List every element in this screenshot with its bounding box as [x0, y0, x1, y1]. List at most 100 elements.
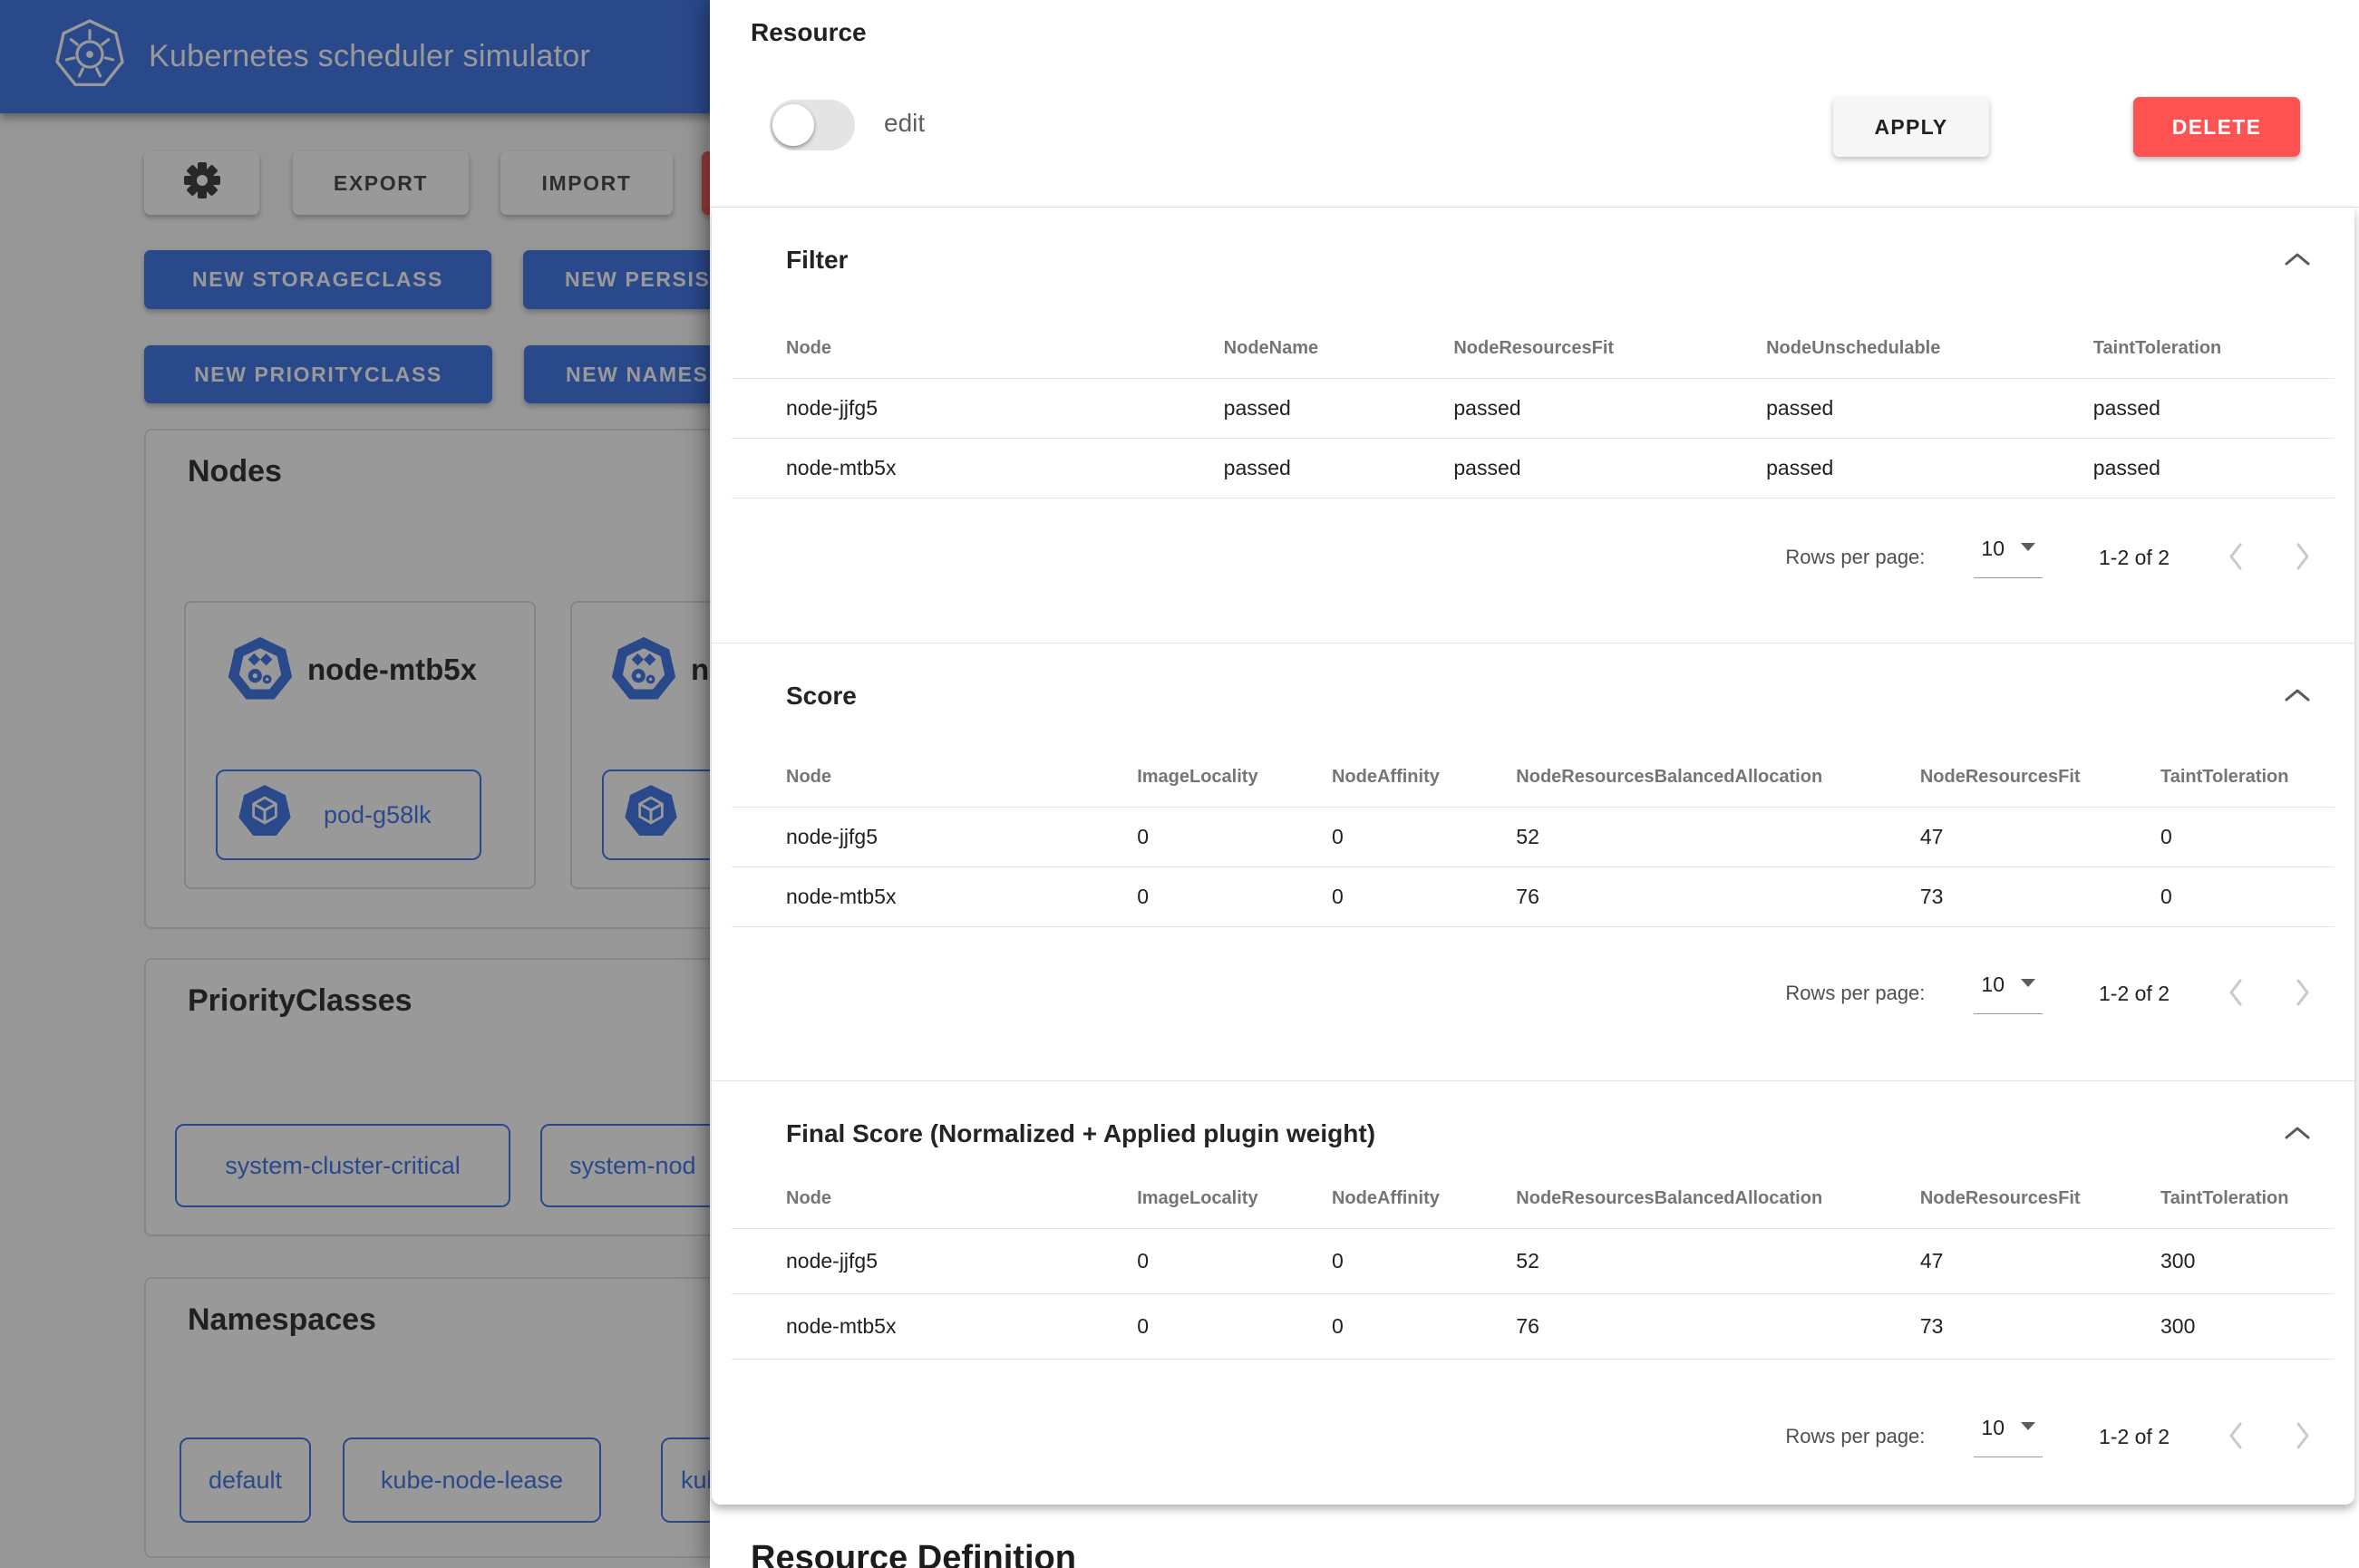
edit-toggle[interactable]	[770, 100, 855, 150]
menu-down-icon	[2021, 979, 2035, 987]
col-header: ImageLocality	[1082, 749, 1277, 807]
collapse-filter-button[interactable]	[2284, 251, 2311, 270]
rows-per-page-label: Rows per page:	[1785, 982, 1925, 1005]
final-score-section-title: Final Score (Normalized + Applied plugin…	[786, 1119, 1375, 1148]
delete-button-label: DELETE	[2172, 115, 2262, 140]
pagination: Rows per page: 10 1-2 of 2	[1785, 961, 2313, 1026]
collapse-final-score-button[interactable]	[2284, 1125, 2311, 1144]
cell: 52	[1461, 1228, 1866, 1293]
cell: node-mtb5x	[732, 866, 1082, 926]
cell: 0	[1277, 807, 1461, 866]
cell: 47	[1866, 807, 2106, 866]
cell: passed	[1712, 438, 2039, 498]
col-header: TaintToleration	[2106, 1170, 2335, 1228]
rows-per-page-label: Rows per page:	[1785, 1425, 1925, 1448]
cell: passed	[1170, 438, 1400, 498]
rows-per-page-select[interactable]: 10	[1974, 1416, 2043, 1457]
chevron-right-icon	[2293, 1440, 2313, 1454]
chevron-up-icon	[2284, 692, 2311, 706]
filter-section-title: Filter	[786, 246, 848, 275]
next-page-button[interactable]	[2293, 541, 2313, 575]
rows-per-page-select[interactable]: 10	[1974, 537, 2043, 578]
next-page-button[interactable]	[2293, 1420, 2313, 1454]
previous-page-button[interactable]	[2226, 977, 2246, 1011]
cell: 73	[1866, 1293, 2106, 1359]
cell: 0	[1082, 1293, 1277, 1359]
resource-drawer: Resource edit APPLY DELETE Filter	[710, 0, 2359, 1568]
page-range: 1-2 of 2	[2099, 982, 2170, 1006]
cell: passed	[1712, 378, 2039, 438]
rows-per-page-value: 10	[1981, 1416, 2005, 1440]
cell: passed	[1399, 438, 1712, 498]
score-section-title: Score	[786, 682, 857, 711]
score-table: Node ImageLocality NodeAffinity NodeReso…	[732, 749, 2335, 927]
cell: 0	[1082, 807, 1277, 866]
cell: node-jjfg5	[732, 1228, 1082, 1293]
chevron-right-icon	[2293, 997, 2313, 1011]
score-section: Score Node ImageLocality NodeAffinity No	[712, 644, 2354, 1080]
col-header: Node	[732, 749, 1082, 807]
col-header: NodeResourcesBalancedAllocation	[1461, 1170, 1866, 1228]
col-header: Node	[732, 320, 1170, 378]
cell: 0	[1277, 1293, 1461, 1359]
drawer-title: Resource	[751, 18, 867, 47]
table-row: node-mtb5x 0 0 76 73 0	[732, 866, 2335, 926]
table-row: node-mtb5x 0 0 76 73 300	[732, 1293, 2335, 1359]
scheduler-results-card: Filter Node NodeName NodeResourcesFit No	[712, 208, 2354, 1505]
cell: 300	[2106, 1293, 2335, 1359]
collapse-score-button[interactable]	[2284, 687, 2311, 706]
col-header: ImageLocality	[1082, 1170, 1277, 1228]
chevron-right-icon	[2293, 561, 2313, 575]
resource-definition-heading: Resource Definition	[751, 1539, 1076, 1568]
page-range: 1-2 of 2	[2099, 1425, 2170, 1449]
previous-page-button[interactable]	[2226, 541, 2246, 575]
table-header-row: Node ImageLocality NodeAffinity NodeReso…	[732, 749, 2335, 807]
chevron-left-icon	[2226, 1440, 2246, 1454]
chevron-up-icon	[2284, 1130, 2311, 1144]
cell: 0	[1277, 866, 1461, 926]
col-header: NodeResourcesFit	[1866, 1170, 2106, 1228]
col-header: NodeResourcesFit	[1866, 749, 2106, 807]
cell: node-mtb5x	[732, 438, 1170, 498]
rows-per-page-value: 10	[1981, 973, 2005, 997]
cell: 76	[1461, 1293, 1866, 1359]
chevron-left-icon	[2226, 997, 2246, 1011]
col-header: NodeResourcesBalancedAllocation	[1461, 749, 1866, 807]
rows-per-page-select[interactable]: 10	[1974, 973, 2043, 1014]
cell: 73	[1866, 866, 2106, 926]
menu-down-icon	[2021, 543, 2035, 551]
page: Kubernetes scheduler simulator EXPORT IM…	[0, 0, 2359, 1568]
col-header: NodeAffinity	[1277, 1170, 1461, 1228]
table-row: node-jjfg5 0 0 52 47 0	[732, 807, 2335, 866]
col-header: NodeUnschedulable	[1712, 320, 2039, 378]
cell: 52	[1461, 807, 1866, 866]
cell: passed	[1399, 378, 1712, 438]
table-header-row: Node NodeName NodeResourcesFit NodeUnsch…	[732, 320, 2335, 378]
pagination: Rows per page: 10 1-2 of 2	[1785, 1404, 2313, 1469]
pagination: Rows per page: 10 1-2 of 2	[1785, 525, 2313, 590]
table-row: node-mtb5x passed passed passed passed	[732, 438, 2335, 498]
col-header: TaintToleration	[2106, 749, 2335, 807]
col-header: NodeName	[1170, 320, 1400, 378]
cell: passed	[2039, 378, 2335, 438]
col-header: TaintToleration	[2039, 320, 2335, 378]
cell: 47	[1866, 1228, 2106, 1293]
cell: node-jjfg5	[732, 807, 1082, 866]
col-header: Node	[732, 1170, 1082, 1228]
table-row: node-jjfg5 0 0 52 47 300	[732, 1228, 2335, 1293]
filter-table: Node NodeName NodeResourcesFit NodeUnsch…	[732, 320, 2335, 498]
previous-page-button[interactable]	[2226, 1420, 2246, 1454]
col-header: NodeAffinity	[1277, 749, 1461, 807]
final-score-table: Node ImageLocality NodeAffinity NodeReso…	[732, 1170, 2335, 1360]
table-row: node-jjfg5 passed passed passed passed	[732, 378, 2335, 438]
next-page-button[interactable]	[2293, 977, 2313, 1011]
cell: node-jjfg5	[732, 378, 1170, 438]
cell: 0	[1082, 866, 1277, 926]
delete-button[interactable]: DELETE	[2133, 97, 2300, 157]
chevron-left-icon	[2226, 561, 2246, 575]
col-header: NodeResourcesFit	[1399, 320, 1712, 378]
apply-button[interactable]: APPLY	[1833, 97, 1989, 157]
edit-toggle-label: edit	[884, 109, 925, 138]
cell: 300	[2106, 1228, 2335, 1293]
cell: 0	[2106, 866, 2335, 926]
